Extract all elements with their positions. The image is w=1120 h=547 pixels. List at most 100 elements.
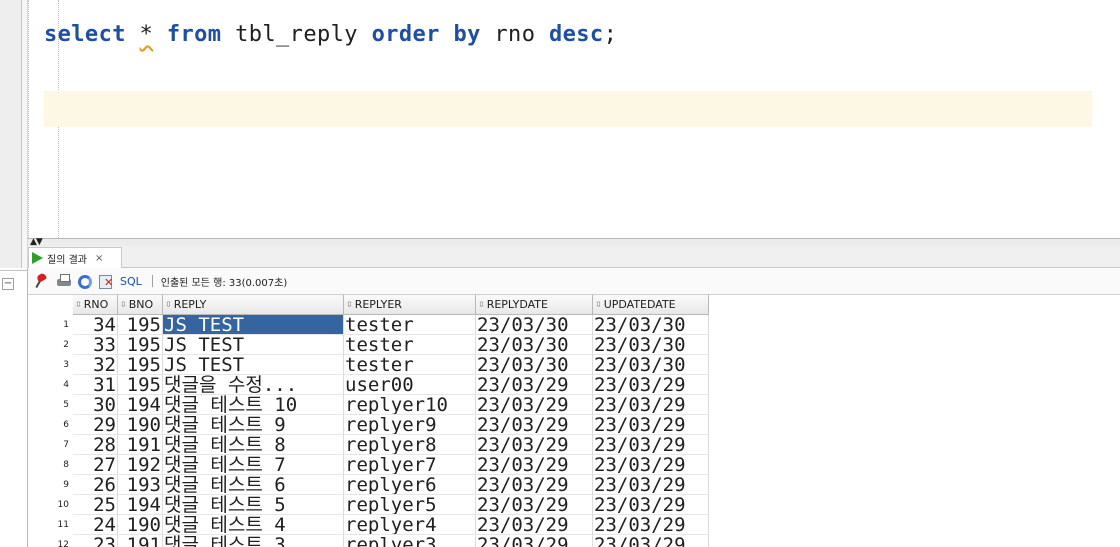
cell-replydate[interactable]: 23/03/29 <box>476 535 593 547</box>
cell-replydate[interactable]: 23/03/29 <box>476 455 593 475</box>
cell-updatedate[interactable]: 23/03/29 <box>593 535 709 547</box>
cell-bno[interactable]: 190 <box>118 515 163 535</box>
column-header-replyer[interactable]: ⇳ REPLYER <box>344 295 476 315</box>
cell-replydate[interactable]: 23/03/30 <box>476 335 593 355</box>
cell-rno[interactable]: 32 <box>73 355 118 375</box>
row-number[interactable]: 10 <box>28 495 73 515</box>
cell-replyer[interactable]: replyer8 <box>344 435 476 455</box>
cell-replyer[interactable]: user00 <box>344 375 476 395</box>
row-number[interactable]: 8 <box>28 455 73 475</box>
cell-updatedate[interactable]: 23/03/30 <box>593 315 709 335</box>
cell-replydate[interactable]: 23/03/30 <box>476 315 593 335</box>
cell-rno[interactable]: 27 <box>73 455 118 475</box>
table-row[interactable]: 1 34 195 JS TEST tester 23/03/30 23/03/30 <box>28 315 709 335</box>
cell-replydate[interactable]: 23/03/29 <box>476 435 593 455</box>
refresh-icon[interactable] <box>78 274 92 289</box>
close-icon[interactable]: × <box>95 253 103 264</box>
cell-replyer[interactable]: replyer4 <box>344 515 476 535</box>
cell-updatedate[interactable]: 23/03/29 <box>593 495 709 515</box>
cell-replyer[interactable]: tester <box>344 315 476 335</box>
cell-rno[interactable]: 23 <box>73 535 118 547</box>
row-number[interactable]: 4 <box>28 375 73 395</box>
cell-rno[interactable]: 24 <box>73 515 118 535</box>
cell-reply[interactable]: 댓글을 수정... <box>163 375 344 395</box>
cell-bno[interactable]: 191 <box>118 535 163 547</box>
row-number[interactable]: 2 <box>28 335 73 355</box>
cell-rno[interactable]: 33 <box>73 335 118 355</box>
sql-statement[interactable]: select * from tbl_reply order by rno des… <box>44 22 617 52</box>
cell-reply[interactable]: JS TEST <box>163 355 344 375</box>
cell-bno[interactable]: 194 <box>118 395 163 415</box>
cell-updatedate[interactable]: 23/03/29 <box>593 435 709 455</box>
cell-updatedate[interactable]: 23/03/29 <box>593 375 709 395</box>
row-number[interactable]: 6 <box>28 415 73 435</box>
table-row[interactable]: 5 30 194 댓글 테스트 10 replyer10 23/03/29 23/03/29 <box>28 395 709 415</box>
cell-rno[interactable]: 28 <box>73 435 118 455</box>
delete-icon[interactable] <box>98 273 114 289</box>
cell-rno[interactable]: 26 <box>73 475 118 495</box>
table-row[interactable]: 12 23 191 댓글 테스트 3 replyer3 23/03/29 23/03/29 <box>28 535 709 547</box>
cell-reply[interactable]: 댓글 테스트 4 <box>163 515 344 535</box>
table-row[interactable]: 9 26 193 댓글 테스트 6 replyer6 23/03/29 23/03/29 <box>28 475 709 495</box>
cell-bno[interactable]: 194 <box>118 495 163 515</box>
cell-reply[interactable]: 댓글 테스트 8 <box>163 435 344 455</box>
table-row[interactable]: 11 24 190 댓글 테스트 4 replyer4 23/03/29 23/03/29 <box>28 515 709 535</box>
cell-bno[interactable]: 190 <box>118 415 163 435</box>
table-row[interactable]: 10 25 194 댓글 테스트 5 replyer5 23/03/29 23/03/29 <box>28 495 709 515</box>
table-row[interactable]: 6 29 190 댓글 테스트 9 replyer9 23/03/29 23/03/29 <box>28 415 709 435</box>
cell-reply[interactable]: 댓글 테스트 7 <box>163 455 344 475</box>
column-header-replydate[interactable]: ⇳ REPLYDATE <box>476 295 593 315</box>
table-row[interactable]: 8 27 192 댓글 테스트 7 replyer7 23/03/29 23/03/29 <box>28 455 709 475</box>
cell-reply[interactable]: 댓글 테스트 3 <box>163 535 344 547</box>
cell-updatedate[interactable]: 23/03/30 <box>593 355 709 375</box>
row-number[interactable]: 9 <box>28 475 73 495</box>
cell-replyer[interactable]: replyer5 <box>344 495 476 515</box>
cell-replyer[interactable]: replyer3 <box>344 535 476 547</box>
print-icon[interactable] <box>56 273 72 289</box>
cell-updatedate[interactable]: 23/03/29 <box>593 455 709 475</box>
cell-replyer[interactable]: replyer10 <box>344 395 476 415</box>
cell-reply[interactable]: JS TEST <box>163 315 344 335</box>
editor-results-splitter[interactable]: ▲▼ <box>28 237 1120 247</box>
cell-replydate[interactable]: 23/03/29 <box>476 495 593 515</box>
cell-rno[interactable]: 29 <box>73 415 118 435</box>
cell-updatedate[interactable]: 23/03/30 <box>593 335 709 355</box>
table-row[interactable]: 3 32 195 JS TEST tester 23/03/30 23/03/30 <box>28 355 709 375</box>
column-header-bno[interactable]: ⇳ BNO <box>118 295 163 315</box>
cell-replydate[interactable]: 23/03/29 <box>476 415 593 435</box>
cell-bno[interactable]: 195 <box>118 315 163 335</box>
collapse-icon[interactable]: − <box>2 278 14 290</box>
row-number[interactable]: 5 <box>28 395 73 415</box>
column-header-updatedate[interactable]: ⇳ UPDATEDATE <box>593 295 709 315</box>
cell-rno[interactable]: 34 <box>73 315 118 335</box>
cell-replyer[interactable]: replyer9 <box>344 415 476 435</box>
cell-updatedate[interactable]: 23/03/29 <box>593 415 709 435</box>
cell-replyer[interactable]: replyer6 <box>344 475 476 495</box>
cell-reply[interactable]: JS TEST <box>163 335 344 355</box>
cell-replydate[interactable]: 23/03/29 <box>476 515 593 535</box>
cell-updatedate[interactable]: 23/03/29 <box>593 475 709 495</box>
cell-rno[interactable]: 30 <box>73 395 118 415</box>
results-grid[interactable]: ⇳ RNO ⇳ BNO ⇳ REPLY ⇳ REPLYER ⇳ REPLYDATE ⇳ UP… <box>28 295 1120 547</box>
pin-icon[interactable] <box>34 273 50 289</box>
row-number[interactable]: 3 <box>28 355 73 375</box>
cell-replyer[interactable]: tester <box>344 355 476 375</box>
row-number[interactable]: 11 <box>28 515 73 535</box>
cell-replyer[interactable]: replyer7 <box>344 455 476 475</box>
cell-bno[interactable]: 192 <box>118 455 163 475</box>
cell-bno[interactable]: 195 <box>118 375 163 395</box>
table-row[interactable]: 4 31 195 댓글을 수정... user00 23/03/29 23/03/29 <box>28 375 709 395</box>
cell-updatedate[interactable]: 23/03/29 <box>593 395 709 415</box>
cell-reply[interactable]: 댓글 테스트 9 <box>163 415 344 435</box>
table-row[interactable]: 7 28 191 댓글 테스트 8 replyer8 23/03/29 23/03/29 <box>28 435 709 455</box>
tab-query-result[interactable]: 질의 결과 × <box>28 247 122 268</box>
cell-updatedate[interactable]: 23/03/29 <box>593 515 709 535</box>
editor-current-line[interactable] <box>44 91 1092 127</box>
cell-replydate[interactable]: 23/03/29 <box>476 475 593 495</box>
sql-button[interactable]: SQL <box>120 275 142 288</box>
row-number[interactable]: 7 <box>28 435 73 455</box>
cell-rno[interactable]: 25 <box>73 495 118 515</box>
cell-bno[interactable]: 193 <box>118 475 163 495</box>
table-row[interactable]: 2 33 195 JS TEST tester 23/03/30 23/03/30 <box>28 335 709 355</box>
column-header-rno[interactable]: ⇳ RNO <box>73 295 118 315</box>
